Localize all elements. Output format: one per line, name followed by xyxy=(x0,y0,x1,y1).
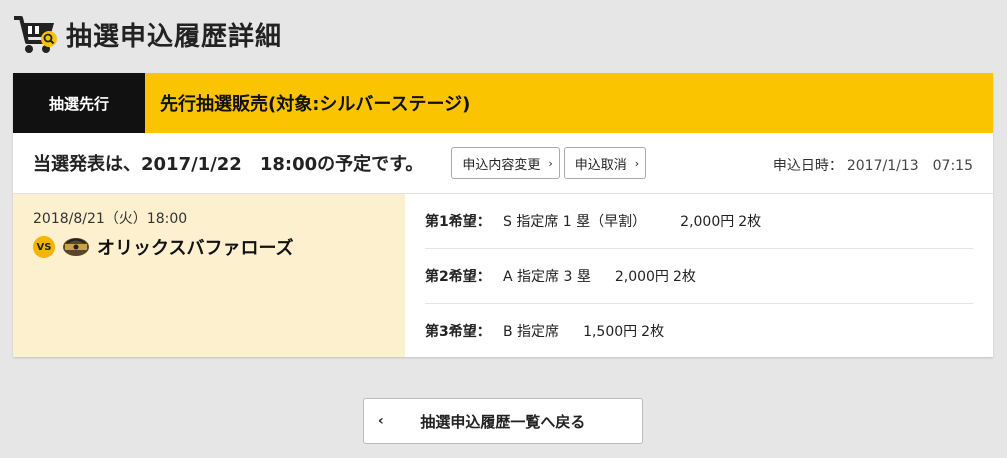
choice-item: 第3希望： B 指定席 1,500円 2枚 xyxy=(425,304,973,358)
page-header: 抽選申込履歴詳細 xyxy=(12,12,282,56)
choice-list: 第1希望： S 指定席 1 塁（早割） 2,000円 2枚 第2希望： A 指定… xyxy=(405,194,993,357)
game-datetime: 2018/8/21（火）18:00 xyxy=(33,211,188,227)
lottery-detail-card: 抽選先行 先行抽選販売(対象:シルバーステージ) 当選発表は、2017/1/22… xyxy=(13,73,993,357)
choice-qty: 2枚 xyxy=(641,324,665,340)
choice-seat: B 指定席 xyxy=(503,324,560,340)
back-to-history-label: 抽選申込履歴一覧へ戻る xyxy=(420,412,586,431)
sale-title: 先行抽選販売(対象:シルバーステージ) xyxy=(145,73,993,133)
page-title: 抽選申込履歴詳細 xyxy=(66,21,283,52)
choice-qty: 2枚 xyxy=(738,214,762,230)
opponent-row: VS オリックスバファローズ xyxy=(33,234,405,260)
change-application-label: 申込内容変更 xyxy=(462,157,541,173)
card-header: 抽選先行 先行抽選販売(対象:シルバーステージ) xyxy=(13,73,993,133)
change-application-button[interactable]: 申込内容変更 › xyxy=(451,147,560,179)
announcement-text: 当選発表は、2017/1/22 18:00の予定です。 xyxy=(33,154,424,175)
cart-search-icon xyxy=(14,16,57,53)
choice-item: 第2希望： A 指定席 3 塁 2,000円 2枚 xyxy=(425,249,973,304)
lottery-type-badge: 抽選先行 xyxy=(13,73,145,133)
apply-date-value: 2017/1/13 07:15 xyxy=(846,158,973,174)
announcement-row: 当選発表は、2017/1/22 18:00の予定です。 申込内容変更 › 申込取… xyxy=(13,133,993,194)
choice-label: 第3希望： xyxy=(425,324,491,340)
apply-date-label: 申込日時： xyxy=(772,158,843,174)
cancel-application-button[interactable]: 申込取消 › xyxy=(563,147,647,179)
choice-seat: S 指定席 1 塁（早割） xyxy=(503,214,647,230)
chevron-right-icon: › xyxy=(634,156,640,170)
choice-label: 第2希望： xyxy=(425,269,491,285)
game-info: 2018/8/21（火）18:00 VS オリックスバファローズ xyxy=(13,194,405,357)
choice-qty: 2枚 xyxy=(672,269,696,285)
back-to-history-button[interactable]: ‹ 抽選申込履歴一覧へ戻る xyxy=(363,398,643,444)
choice-seat: A 指定席 3 塁 xyxy=(503,269,591,285)
choice-price: 2,000円 xyxy=(614,269,669,285)
choice-label: 第1希望： xyxy=(425,214,491,230)
choice-price: 2,000円 xyxy=(680,214,735,230)
team-logo-icon xyxy=(63,238,89,256)
choice-item: 第1希望： S 指定席 1 塁（早割） 2,000円 2枚 xyxy=(425,194,973,249)
cancel-application-label: 申込取消 xyxy=(574,157,627,173)
opponent-name: オリックスバファローズ xyxy=(97,238,294,259)
vs-icon: VS xyxy=(33,236,55,258)
card-body: 2018/8/21（火）18:00 VS オリックスバファローズ 第1希望： S… xyxy=(13,194,993,357)
choice-price: 1,500円 xyxy=(583,324,638,340)
chevron-right-icon: › xyxy=(548,156,553,170)
apply-date: 申込日時： 2017/1/13 07:15 xyxy=(773,155,973,175)
